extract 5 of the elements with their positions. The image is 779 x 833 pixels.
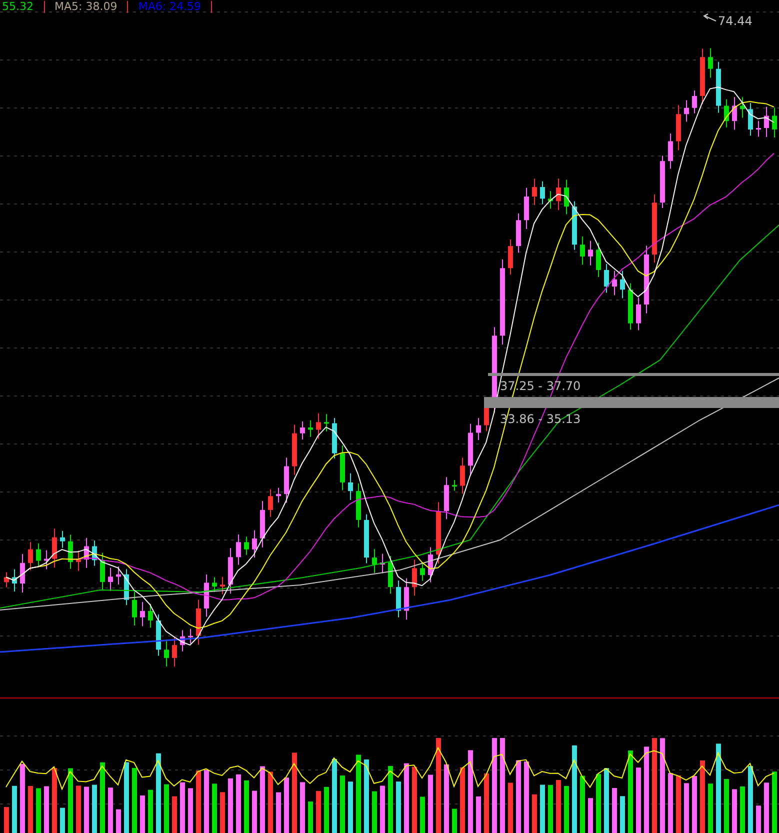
- indicator-value: 55.32: [2, 0, 34, 13]
- peak-price-label: 74.44: [718, 14, 752, 28]
- leader-line: [703, 14, 716, 22]
- indicator-value: MA5: 38.09: [54, 0, 118, 13]
- indicator-value: MA6: 24.59: [138, 0, 201, 13]
